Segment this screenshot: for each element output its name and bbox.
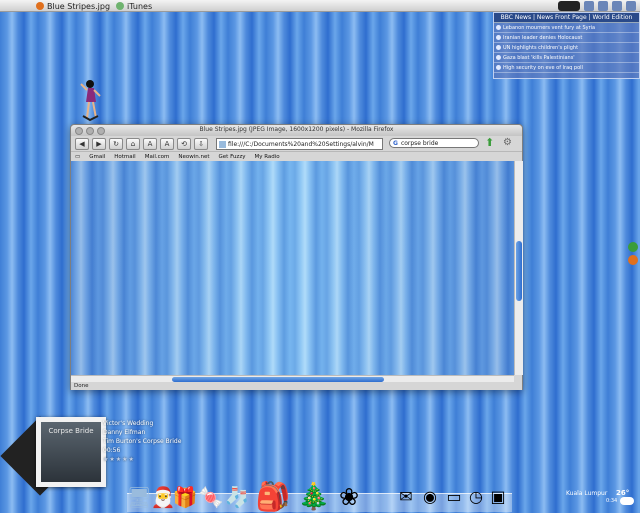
home-button[interactable]: ⌂: [126, 137, 140, 150]
media-controls-icon[interactable]: [558, 1, 580, 11]
url-text: file:///C:/Documents%20and%20Settings/al…: [228, 140, 374, 148]
christmas-tree-icon[interactable]: 🎄: [298, 484, 330, 510]
weather-time: 0:34: [606, 498, 618, 504]
bookmark-neowin[interactable]: Neowin.net: [178, 154, 209, 160]
wreath-icon[interactable]: ❀: [335, 484, 363, 510]
back-button[interactable]: ◀: [75, 137, 89, 150]
news-item[interactable]: Iranian leader denies Holocaust: [494, 33, 639, 43]
tray-icon[interactable]: [626, 1, 636, 11]
track-time: 00:56: [103, 447, 121, 454]
window-title: Blue Stripes.jpg (JPEG Image, 1600x1200 …: [199, 126, 394, 133]
dock: 🖥 🎅 🎁 🍬 🧦 🎒 🎄 ❀ ✉ ◉ ▭ ◷ ▣: [126, 480, 512, 512]
weather-city: Kuala Lumpur: [566, 490, 608, 497]
bookmark-getfuzzy[interactable]: Get Fuzzy: [219, 154, 246, 160]
bookmark-gmail[interactable]: Gmail: [89, 154, 105, 160]
santa-bag-icon[interactable]: 🎒: [253, 483, 293, 511]
task-firefox[interactable]: Blue Stripes.jpg: [36, 1, 110, 11]
santa-icon[interactable]: 🎅: [151, 484, 176, 510]
cloud-icon: [620, 497, 634, 505]
vertical-scroll-thumb[interactable]: [516, 241, 522, 301]
clock-icon[interactable]: ◷: [465, 484, 487, 510]
my-computer-icon[interactable]: 🖥: [126, 484, 151, 510]
status-bar: Done: [71, 382, 522, 390]
reload-button[interactable]: ↻: [109, 137, 123, 150]
track-title: Victor's Wedding: [103, 420, 154, 427]
mail-icon[interactable]: ✉: [395, 484, 417, 510]
bullet-icon: [496, 25, 501, 30]
image-viewport[interactable]: [71, 161, 514, 375]
tray-icon[interactable]: [584, 1, 594, 11]
navigation-toolbar: ◀ ▶ ↻ ⌂ A A ⟲ ⇩ file:///C:/Documents%20a…: [71, 136, 522, 151]
search-value: corpse bride: [400, 139, 439, 147]
bullet-icon: [496, 45, 501, 50]
package-icon[interactable]: ▣: [487, 484, 509, 510]
bookmarks-icon[interactable]: ▭: [75, 154, 80, 160]
task-itunes[interactable]: iTunes: [116, 1, 152, 11]
news-widget: BBC News | News Front Page | World Editi…: [493, 12, 640, 79]
news-item[interactable]: Lebanon mourners vent fury at Syria: [494, 23, 639, 33]
drive-icon[interactable]: ▭: [443, 484, 465, 510]
forward-button[interactable]: ▶: [92, 137, 106, 150]
firefox-icon[interactable]: [628, 255, 638, 265]
taskbar: Blue Stripes.jpg iTunes: [0, 0, 640, 12]
weather-widget[interactable]: Kuala Lumpur 26° 0:34: [562, 487, 640, 512]
track-artist: Danny Elfman: [103, 429, 146, 436]
history-button[interactable]: ⟲: [177, 137, 191, 150]
title-bar[interactable]: Blue Stripes.jpg (JPEG Image, 1600x1200 …: [71, 125, 522, 136]
track-album: Tim Burton's Corpse Bride: [103, 438, 182, 445]
news-item[interactable]: Gaza blast 'kills Palestinians': [494, 53, 639, 63]
album-cover[interactable]: Corpse Bride: [36, 417, 106, 487]
bullet-icon: [496, 65, 501, 70]
dancer-figure-icon: [80, 80, 101, 122]
news-header[interactable]: BBC News | News Front Page | World Editi…: [494, 13, 639, 23]
tray-icon[interactable]: [612, 1, 622, 11]
bookmark-hotmail[interactable]: Hotmail: [114, 154, 135, 160]
go-arrow-icon[interactable]: ⬆: [485, 137, 497, 149]
tray-icon[interactable]: [598, 1, 608, 11]
system-tray: [558, 1, 636, 11]
weather-temp: 26°: [616, 489, 630, 497]
task-label: Blue Stripes.jpg: [47, 1, 111, 11]
stripes-image: [71, 161, 514, 375]
rating-stars[interactable]: ★★★★★: [103, 455, 181, 464]
speaker-icon[interactable]: ◉: [419, 484, 441, 510]
url-field[interactable]: file:///C:/Documents%20and%20Settings/al…: [216, 138, 383, 150]
album-art: Corpse Bride: [41, 422, 101, 482]
firefox-icon: [36, 2, 44, 10]
search-input[interactable]: G corpse bride: [389, 138, 479, 148]
gift-icon[interactable]: 🎁: [173, 484, 198, 510]
google-icon: G: [393, 139, 398, 147]
download-button[interactable]: ⇩: [194, 137, 208, 150]
bookmark-mail[interactable]: Mail.com: [145, 154, 170, 160]
firefox-window: Blue Stripes.jpg (JPEG Image, 1600x1200 …: [70, 124, 523, 390]
side-icons: [628, 242, 638, 265]
bullet-icon: [496, 35, 501, 40]
stocking-icon[interactable]: 🧦: [225, 484, 250, 510]
text-smaller-button[interactable]: A: [143, 137, 157, 150]
vertical-scrollbar[interactable]: [514, 161, 523, 375]
refresh-icon[interactable]: [628, 242, 638, 252]
task-label: iTunes: [127, 1, 153, 11]
bookmark-myradio[interactable]: My Radio: [254, 154, 279, 160]
text-larger-button[interactable]: A: [160, 137, 174, 150]
track-info: Victor's Wedding Danny Elfman Tim Burton…: [103, 419, 181, 464]
bullet-icon: [496, 55, 501, 60]
gear-icon[interactable]: ⚙: [503, 137, 515, 149]
page-icon: [219, 140, 226, 148]
news-item[interactable]: High security on eve of Iraq poll: [494, 63, 639, 73]
news-item[interactable]: UN highlights children's plight: [494, 43, 639, 53]
itunes-icon: [116, 2, 124, 10]
candy-cane-icon[interactable]: 🍬: [199, 484, 224, 510]
